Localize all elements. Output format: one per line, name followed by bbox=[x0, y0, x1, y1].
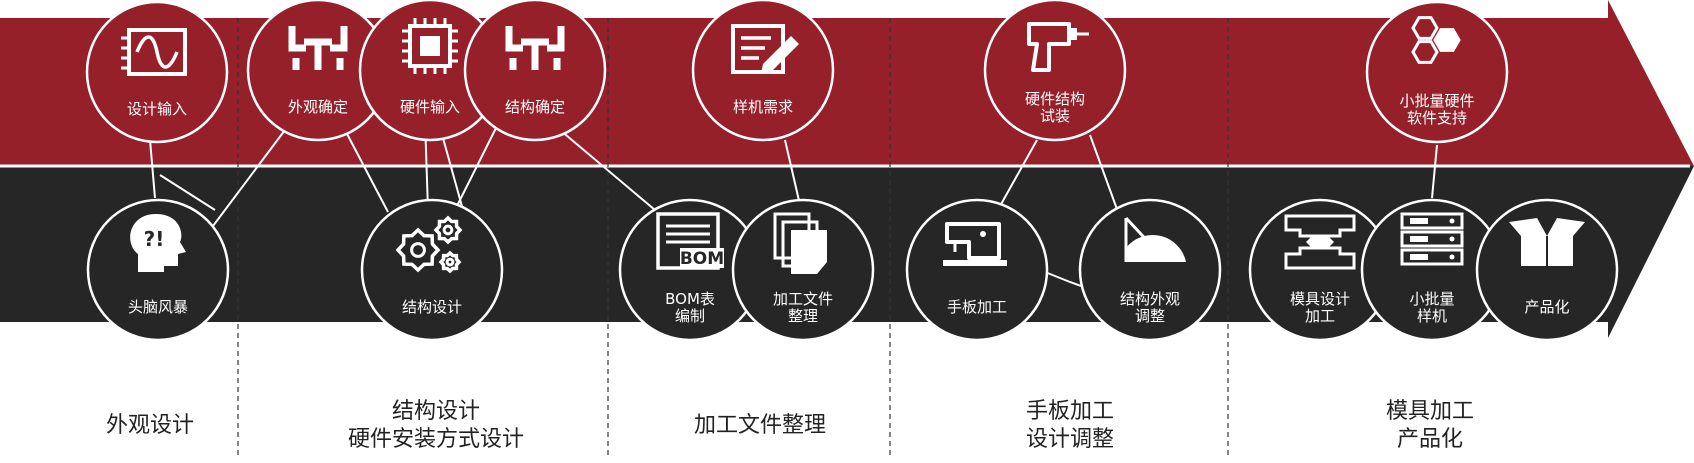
node-label: 样机 bbox=[1417, 307, 1447, 325]
node-label: 加工 bbox=[1305, 307, 1335, 325]
node-label: 整理 bbox=[788, 307, 818, 325]
question-exclaim-glyph: ?! bbox=[144, 227, 165, 251]
node-label: BOM表 bbox=[665, 290, 715, 308]
stage-label-appearance-design: 外观设计 bbox=[105, 413, 194, 438]
node-label: 小批量硬件 bbox=[1399, 92, 1474, 110]
node-label: 模具设计 bbox=[1290, 290, 1350, 308]
stage-label-manual-adjust: 手板加工 设计调整 bbox=[1025, 399, 1114, 452]
node-label: 结构外观 bbox=[1120, 290, 1180, 308]
process-flow-diagram: 设计输入 外观确定 硬件输入 结构确定 样机需求 硬件结构 试装 小批量硬件 软件支持?! 头脑风… bbox=[0, 0, 1694, 459]
node-label: 编制 bbox=[675, 307, 705, 325]
node-label: 手板加工 bbox=[947, 298, 1007, 316]
node-label: 硬件结构 bbox=[1025, 90, 1085, 108]
node-label: 产品化 bbox=[1524, 298, 1569, 316]
node-label: 设计输入 bbox=[127, 100, 187, 118]
bom-icon-text: BOM bbox=[680, 249, 724, 269]
top-node-sample-demand: 样机需求 bbox=[691, 0, 835, 142]
stage-label-mold-product: 模具加工 产品化 bbox=[1385, 399, 1474, 452]
bottom-node-appearance-adjust: 结构外观调整 bbox=[1078, 198, 1222, 342]
top-node-design-input: 设计输入 bbox=[85, 0, 229, 144]
node-label: 调整 bbox=[1135, 307, 1165, 325]
bottom-node-structure-design: 结构设计 bbox=[360, 198, 504, 342]
node-label: 试装 bbox=[1040, 107, 1070, 125]
node-label: 加工文件 bbox=[773, 290, 833, 308]
top-node-hw-structure-trial: 硬件结构试装 bbox=[983, 0, 1127, 142]
flow-arrow-graphic: 设计输入 外观确定 硬件输入 结构确定 样机需求 硬件结构试装小批量硬件软件支持?!头脑风… bbox=[0, 0, 1694, 459]
bottom-node-brainstorm: ?! 头脑风暴 bbox=[86, 198, 230, 342]
top-node-small-batch-support: 小批量硬件软件支持 bbox=[1365, 0, 1509, 144]
cpu-chip-icon bbox=[402, 18, 458, 74]
node-label: 样机需求 bbox=[733, 98, 793, 116]
bottom-node-processing-files: 加工文件整理 bbox=[731, 198, 875, 342]
node-label: 小批量 bbox=[1409, 290, 1454, 308]
node-label: 头脑风暴 bbox=[128, 298, 188, 316]
bottom-node-productization: 产品化 bbox=[1475, 198, 1619, 342]
node-label: 硬件输入 bbox=[400, 98, 460, 116]
stage-label-structure-hw: 结构设计 硬件安装方式设计 bbox=[347, 399, 524, 452]
node-label: 软件支持 bbox=[1407, 109, 1467, 127]
node-label: 外观确定 bbox=[288, 98, 348, 116]
node-label: 结构设计 bbox=[402, 298, 462, 316]
top-node-structure-confirm: 结构确定 bbox=[463, 0, 607, 142]
stage-label-file-organize: 加工文件整理 bbox=[693, 413, 826, 438]
node-label: 结构确定 bbox=[505, 98, 565, 116]
bottom-node-manual-processing: 手板加工 bbox=[905, 198, 1049, 342]
